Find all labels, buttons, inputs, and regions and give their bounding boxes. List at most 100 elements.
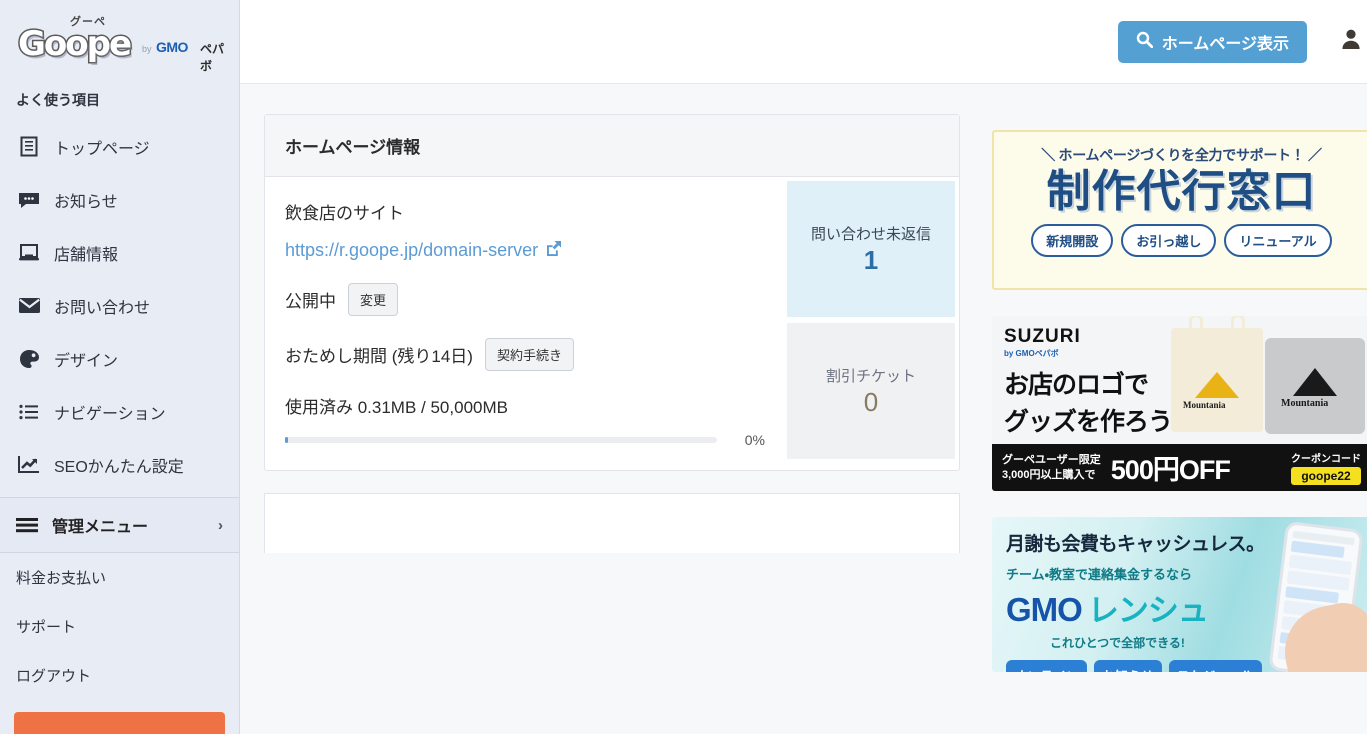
sidebar-item-design[interactable]: デザイン	[0, 332, 239, 385]
ads-column: ＼ ホームページづくりを全力でサポート！ ／ 制作代行窓口 新規開設 お引っ越し…	[992, 114, 1367, 698]
site-url-link[interactable]: https://r.goope.jp/domain-server	[285, 240, 561, 261]
sidebar-promo-button[interactable]	[14, 712, 225, 734]
sidebar-item-label: 店舗情報	[54, 241, 118, 265]
ad-renshu-pill-online[interactable]: オンライン	[1006, 660, 1087, 672]
ad-seisaku-pill-renewal[interactable]: リニューアル	[1224, 224, 1331, 257]
logo-gmo-text: GMO	[156, 39, 188, 55]
sidebar-item-contact[interactable]: お問い合わせ	[0, 279, 239, 332]
ad-suzuri-product-label: Mountania	[1183, 400, 1226, 410]
logo-pepabo-text: ペパボ	[200, 40, 224, 74]
sidebar-link-logout[interactable]: ログアウト	[0, 651, 239, 700]
ad-banner-gmo-renshu[interactable]: 月謝も会費もキャッシュレス。 チーム・教室で連絡集金するなら GMO レンシュ …	[992, 517, 1367, 672]
stats-column: 問い合わせ未返信 1 割引チケット 0	[787, 177, 959, 470]
user-icon[interactable]	[1341, 28, 1361, 55]
stat-value: 0	[864, 388, 878, 418]
publish-status-label: 公開中	[285, 287, 336, 312]
mountain-icon	[1195, 372, 1239, 398]
ad-seisaku-pill-new[interactable]: 新規開設	[1031, 224, 1113, 257]
ad-renshu-logo-kana: レンシュ	[1088, 585, 1208, 630]
sidebar-section-title: よく使う項目	[0, 84, 239, 120]
storage-usage-percent: 0%	[733, 432, 765, 448]
stat-discount-tickets[interactable]: 割引チケット 0	[787, 323, 955, 459]
sidebar-item-admin-menu[interactable]: 管理メニュー ›	[0, 497, 239, 553]
sidebar-item-label: お知らせ	[54, 188, 118, 212]
tote-bag-graphic: Mountania	[1171, 328, 1263, 432]
homepage-info-card: ホームページ情報 飲食店のサイト https://r.goope.jp/doma…	[264, 114, 960, 471]
sidebar-item-label: お問い合わせ	[54, 294, 150, 318]
storage-progress-bar	[285, 437, 717, 443]
external-link-icon	[546, 240, 561, 261]
view-homepage-button[interactable]: ホームページ表示	[1118, 21, 1307, 63]
top-bar: ホームページ表示	[240, 0, 1367, 84]
logo-by-text: by	[142, 44, 152, 54]
trial-period-label: おためし期間 (残り14日)	[285, 342, 473, 367]
ad-suzuri-promo-bar: グーペユーザー限定 3,000円以上購入で 500円OFF クーポンコード go…	[992, 444, 1367, 491]
contract-procedure-button[interactable]: 契約手続き	[485, 338, 574, 371]
sidebar-link-support[interactable]: サポート	[0, 602, 239, 651]
sidebar-item-top-page[interactable]: トップページ	[0, 120, 239, 173]
chevron-right-icon: ›	[218, 517, 223, 534]
mountain-icon	[1293, 368, 1337, 396]
ad-seisaku-pill-move[interactable]: お引っ越し	[1121, 224, 1216, 257]
ad-renshu-logo-gmo: GMO	[1006, 591, 1082, 629]
document-icon	[16, 136, 42, 158]
secondary-card-placeholder	[264, 493, 960, 553]
site-url-text: https://r.goope.jp/domain-server	[285, 240, 538, 261]
site-name: 飲食店のサイト	[285, 199, 765, 224]
ad-suzuri-promo-line1: グーペユーザー限定	[1002, 453, 1101, 468]
ad-suzuri-coupon-code: goope22	[1291, 467, 1361, 485]
chart-up-icon	[16, 454, 42, 476]
ad-suzuri-promo-text: グーペユーザー限定 3,000円以上購入で	[1002, 453, 1101, 483]
ad-seisaku-tagline: ＼ ホームページづくりを全力でサポート！ ／	[1006, 145, 1357, 165]
storage-progress-fill	[285, 437, 288, 443]
sidebar-item-store-info[interactable]: 店舗情報	[0, 226, 239, 279]
card-body: 飲食店のサイト https://r.goope.jp/domain-server…	[265, 177, 959, 470]
ad-suzuri-product-label: Mountania	[1281, 398, 1328, 409]
change-status-button[interactable]: 変更	[348, 283, 398, 316]
speech-bubble-icon	[16, 189, 42, 211]
ad-banner-suzuri[interactable]: SUZURI by GMOペパボ お店のロゴで グッズを作ろう! Mountan…	[992, 316, 1367, 491]
ad-seisaku-title: 制作代行窓口	[1006, 167, 1357, 216]
search-icon	[1136, 31, 1153, 53]
ad-suzuri-coupon-label: クーポンコード	[1291, 450, 1361, 465]
stat-value: 1	[864, 246, 878, 276]
ad-suzuri-discount-amount: 500円OFF	[1111, 448, 1230, 487]
storage-usage-row: 0%	[285, 432, 765, 470]
logo-wordmark: Goope	[18, 24, 130, 64]
admin-menu-label: 管理メニュー	[52, 513, 218, 537]
sidebar-item-news[interactable]: お知らせ	[0, 173, 239, 226]
trial-period-row: おためし期間 (残り14日) 契約手続き	[285, 338, 765, 371]
tshirt-graphic: Mountania	[1265, 338, 1365, 434]
laptop-icon	[16, 242, 42, 264]
sidebar-item-navigation[interactable]: ナビゲーション	[0, 385, 239, 438]
ad-renshu-pill-schedule[interactable]: スケジュール	[1169, 660, 1262, 672]
site-info-column: 飲食店のサイト https://r.goope.jp/domain-server…	[265, 177, 787, 470]
app-root: グーペ Goope by GMO ペパボ よく使う項目 トップページ お知らせ	[0, 0, 1367, 734]
ad-seisaku-pill-group: 新規開設 お引っ越し リニューアル	[1006, 224, 1357, 257]
list-icon	[16, 401, 42, 423]
envelope-icon	[16, 295, 42, 317]
ad-suzuri-top: SUZURI by GMOペパボ お店のロゴで グッズを作ろう! Mountan…	[992, 316, 1367, 444]
sidebar-item-label: トップページ	[54, 135, 150, 159]
stat-label: 問い合わせ未返信	[811, 223, 931, 244]
right-pane: ホームページ表示 ホームページ情報 飲食店のサイト https://r.goop…	[240, 0, 1367, 734]
ad-renshu-pill-news[interactable]: お知らせ	[1094, 660, 1162, 672]
storage-usage-label: 使用済み 0.31MB / 50,000MB	[285, 393, 765, 418]
ad-banner-seisaku-daikou[interactable]: ＼ ホームページづくりを全力でサポート！ ／ 制作代行窓口 新規開設 お引っ越し…	[992, 130, 1367, 290]
view-homepage-label: ホームページ表示	[1162, 30, 1289, 54]
sidebar-item-label: ナビゲーション	[54, 400, 166, 424]
stat-unreplied-inquiries[interactable]: 問い合わせ未返信 1	[787, 181, 955, 317]
publish-status-row: 公開中 変更	[285, 283, 765, 316]
brand-logo[interactable]: グーペ Goope by GMO ペパボ	[0, 0, 239, 84]
sidebar-link-billing[interactable]: 料金お支払い	[0, 553, 239, 602]
card-title: ホームページ情報	[265, 115, 959, 177]
ad-suzuri-coupon: クーポンコード goope22	[1291, 450, 1361, 485]
sidebar: グーペ Goope by GMO ペパボ よく使う項目 トップページ お知らせ	[0, 0, 240, 734]
content-area: ホームページ情報 飲食店のサイト https://r.goope.jp/doma…	[240, 84, 1367, 698]
palette-icon	[16, 348, 42, 370]
sidebar-item-label: デザイン	[54, 347, 118, 371]
sidebar-item-label: SEOかんたん設定	[54, 453, 184, 477]
sidebar-item-seo-settings[interactable]: SEOかんたん設定	[0, 438, 239, 491]
ad-suzuri-promo-line2: 3,000円以上購入で	[1002, 468, 1101, 483]
main-column: ホームページ情報 飲食店のサイト https://r.goope.jp/doma…	[264, 114, 960, 698]
